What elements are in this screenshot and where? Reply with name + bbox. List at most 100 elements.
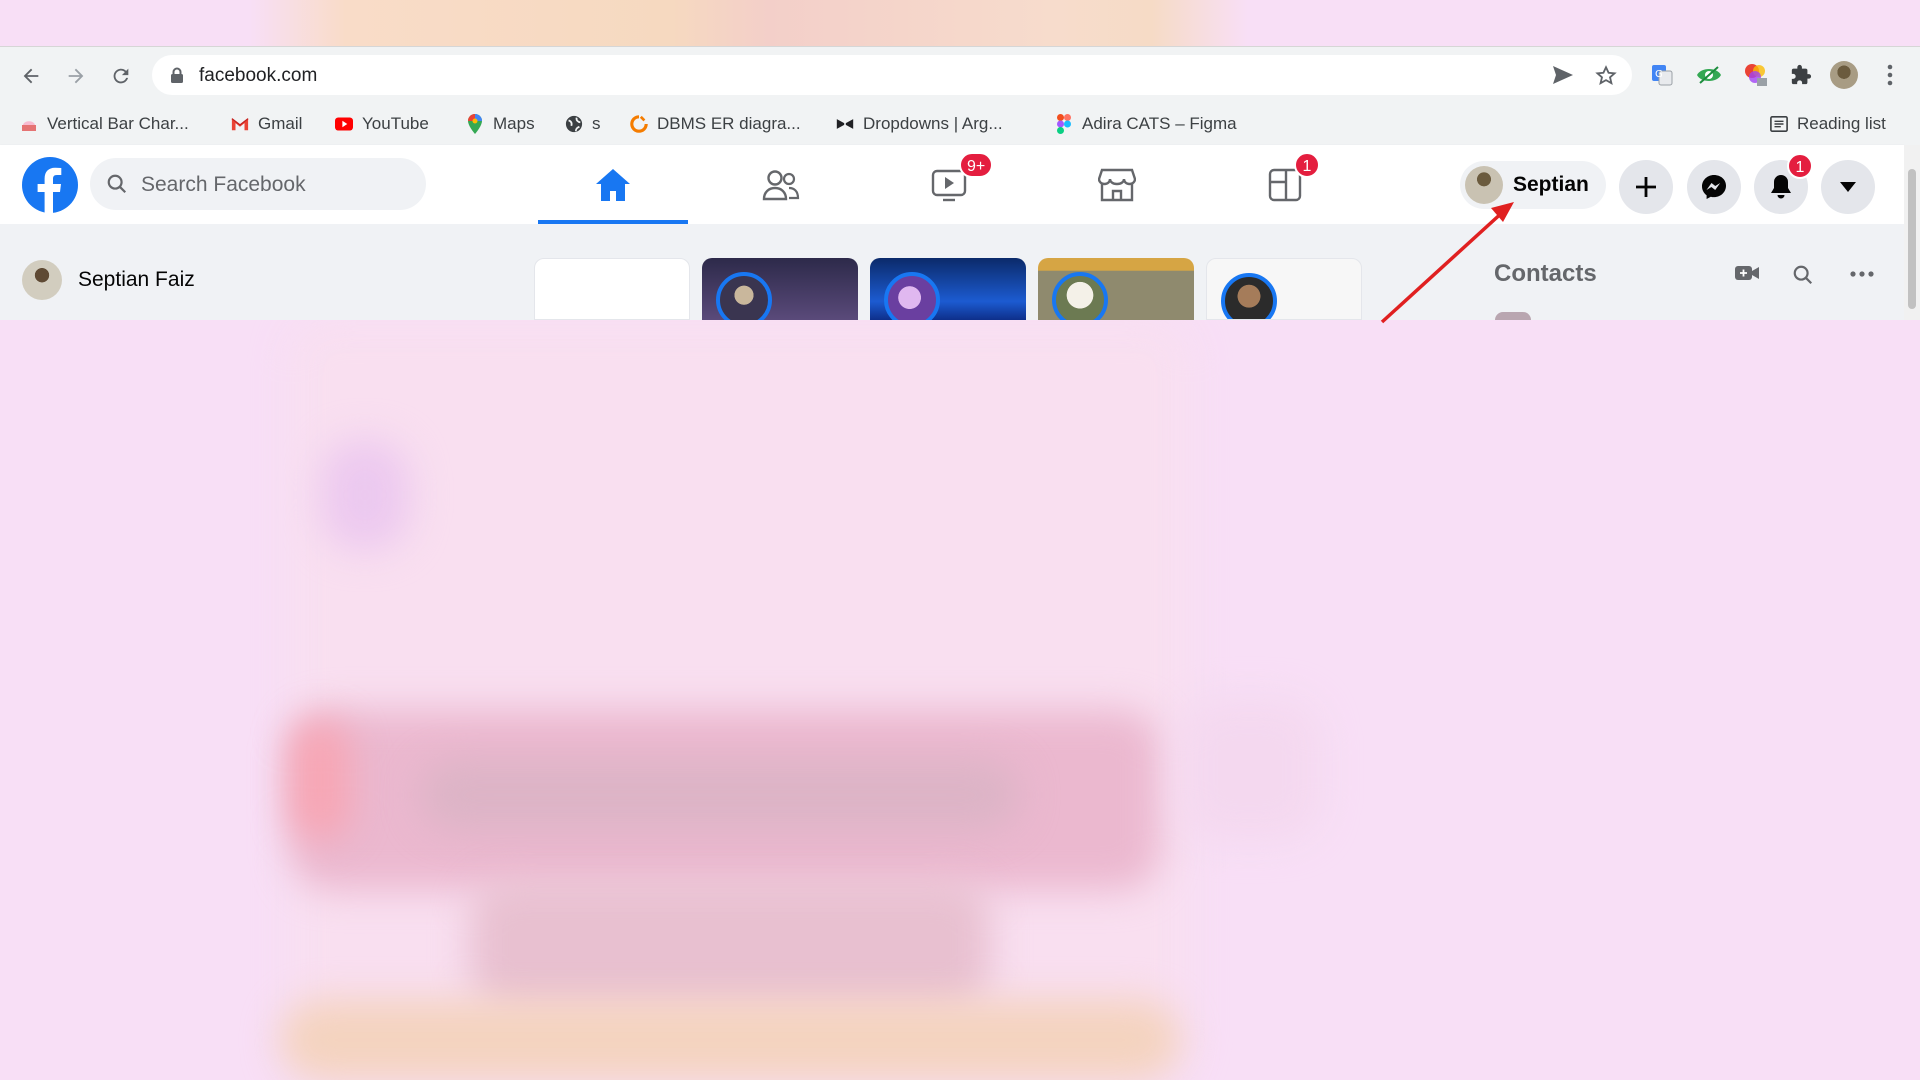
bookmark-gmail[interactable]: Gmail [231, 112, 302, 136]
blurred-region [0, 320, 1920, 1080]
scrollbar-thumb[interactable] [1908, 169, 1916, 309]
profile-chip[interactable]: Septian [1460, 161, 1606, 209]
gaming-badge: 1 [1294, 152, 1320, 178]
facebook-search[interactable]: Search Facebook [90, 158, 426, 210]
profile-name: Septian [1513, 173, 1589, 196]
new-room-video-icon[interactable] [1734, 264, 1760, 282]
feed-area: Septian Faiz Contacts [0, 224, 1904, 320]
avatar [1465, 166, 1503, 204]
cake-favicon-icon [20, 115, 38, 133]
story-card[interactable] [1038, 258, 1194, 320]
eye-extension-icon[interactable] [1695, 61, 1723, 89]
blur-shape [280, 1000, 1180, 1080]
bowtie-icon [836, 115, 854, 133]
browser-menu-kebab-icon[interactable] [1876, 61, 1904, 89]
bookmark-label: Adira CATS – Figma [1082, 114, 1237, 133]
bookmark-label: Maps [493, 114, 535, 133]
contacts-heading: Contacts [1494, 260, 1597, 287]
translate-extension-icon[interactable]: G [1648, 61, 1676, 89]
home-icon [596, 168, 630, 201]
bookmark-label: Vertical Bar Char... [47, 114, 189, 133]
watch-badge: 9+ [959, 152, 994, 178]
blur-shape [420, 760, 1020, 830]
marketplace-icon [1098, 168, 1136, 201]
left-nav-profile-name: Septian Faiz [78, 268, 195, 291]
plus-icon [1636, 177, 1656, 197]
left-nav-profile[interactable]: Septian Faiz [22, 260, 195, 300]
tab-watch[interactable]: 9+ [874, 145, 1024, 224]
facebook-logo-icon[interactable] [22, 157, 78, 213]
friends-icon [762, 169, 800, 200]
notifications-button[interactable]: 1 [1754, 153, 1813, 214]
blur-shape [320, 440, 410, 550]
more-options-icon[interactable] [1850, 271, 1874, 277]
page-scrollbar[interactable] [1904, 145, 1920, 320]
bookmark-s[interactable]: s [565, 112, 601, 136]
bell-icon [1771, 175, 1791, 199]
reading-list-icon [1770, 115, 1788, 133]
browser-toolbar: facebook.com G [0, 47, 1920, 101]
reload-icon [113, 68, 129, 84]
bookmarks-bar: Vertical Bar Char... Gmail YouTube Maps … [0, 101, 1920, 146]
bookmark-label: DBMS ER diagra... [657, 114, 801, 133]
lock-icon [171, 67, 183, 83]
caret-down-icon [1840, 182, 1856, 192]
facebook-header: Search Facebook 9+ 1 Septian 1 [0, 145, 1904, 224]
back-arrow-icon [23, 68, 39, 84]
story-avatar-ring [884, 272, 940, 320]
messenger-button[interactable] [1687, 160, 1741, 214]
story-card[interactable] [870, 258, 1026, 320]
tab-gaming[interactable]: 1 [1210, 145, 1360, 224]
extensions-puzzle-icon[interactable] [1787, 61, 1815, 89]
avatar [22, 260, 62, 300]
bookmark-maps[interactable]: Maps [466, 112, 535, 136]
tab-home[interactable] [538, 145, 688, 224]
bookmark-star-icon[interactable] [1595, 65, 1617, 87]
maps-pin-icon [466, 114, 484, 134]
tab-friends[interactable] [706, 145, 856, 224]
bookmark-label: YouTube [362, 114, 429, 133]
bookmark-adira-figma[interactable]: Adira CATS – Figma [1055, 112, 1237, 136]
forward-arrow-icon [68, 68, 84, 84]
address-bar[interactable]: facebook.com [152, 55, 1632, 95]
contact-avatar[interactable] [1495, 312, 1531, 320]
story-avatar-ring [716, 272, 772, 320]
bookmark-youtube[interactable]: YouTube [335, 112, 429, 136]
blur-shape [1180, 700, 1320, 840]
bookmark-dropdowns[interactable]: Dropdowns | Arg... [836, 112, 1003, 136]
bookmark-label: Dropdowns | Arg... [863, 114, 1003, 133]
color-extension-icon[interactable] [1742, 61, 1770, 89]
svg-text:G: G [1655, 69, 1663, 80]
browser-profile-avatar[interactable] [1830, 61, 1858, 89]
notifications-badge: 1 [1787, 153, 1813, 179]
bookmark-label: s [592, 114, 601, 133]
figma-icon [1055, 114, 1073, 134]
reading-list-button[interactable]: Reading list [1770, 112, 1886, 136]
messenger-icon [1702, 175, 1726, 199]
story-avatar-ring [1052, 272, 1108, 320]
blur-shape [470, 880, 990, 1010]
gmail-icon [231, 115, 249, 133]
orange-logo-icon [630, 115, 648, 133]
globe-icon [565, 115, 583, 133]
reload-button[interactable] [106, 61, 136, 91]
search-placeholder: Search Facebook [141, 173, 306, 196]
create-button[interactable] [1619, 160, 1673, 214]
search-contacts-icon[interactable] [1792, 264, 1814, 286]
story-card[interactable] [702, 258, 858, 320]
send-tab-icon[interactable] [1552, 65, 1574, 85]
bookmark-vertical-bar-chart[interactable]: Vertical Bar Char... [20, 112, 189, 136]
forward-button[interactable] [61, 61, 91, 91]
story-card[interactable] [1206, 258, 1362, 320]
search-icon [107, 174, 127, 194]
tab-marketplace[interactable] [1042, 145, 1192, 224]
blur-shape [290, 720, 350, 840]
bookmark-label: Gmail [258, 114, 303, 133]
browser-chrome: facebook.com G Vertical Bar Char... Gmai… [0, 46, 1920, 146]
create-story-card[interactable] [534, 258, 690, 320]
account-menu-button[interactable] [1821, 160, 1875, 214]
url-text: facebook.com [199, 65, 318, 86]
back-button[interactable] [16, 61, 46, 91]
bookmark-dbms-er[interactable]: DBMS ER diagra... [630, 112, 801, 136]
page-background-top [0, 0, 1920, 46]
